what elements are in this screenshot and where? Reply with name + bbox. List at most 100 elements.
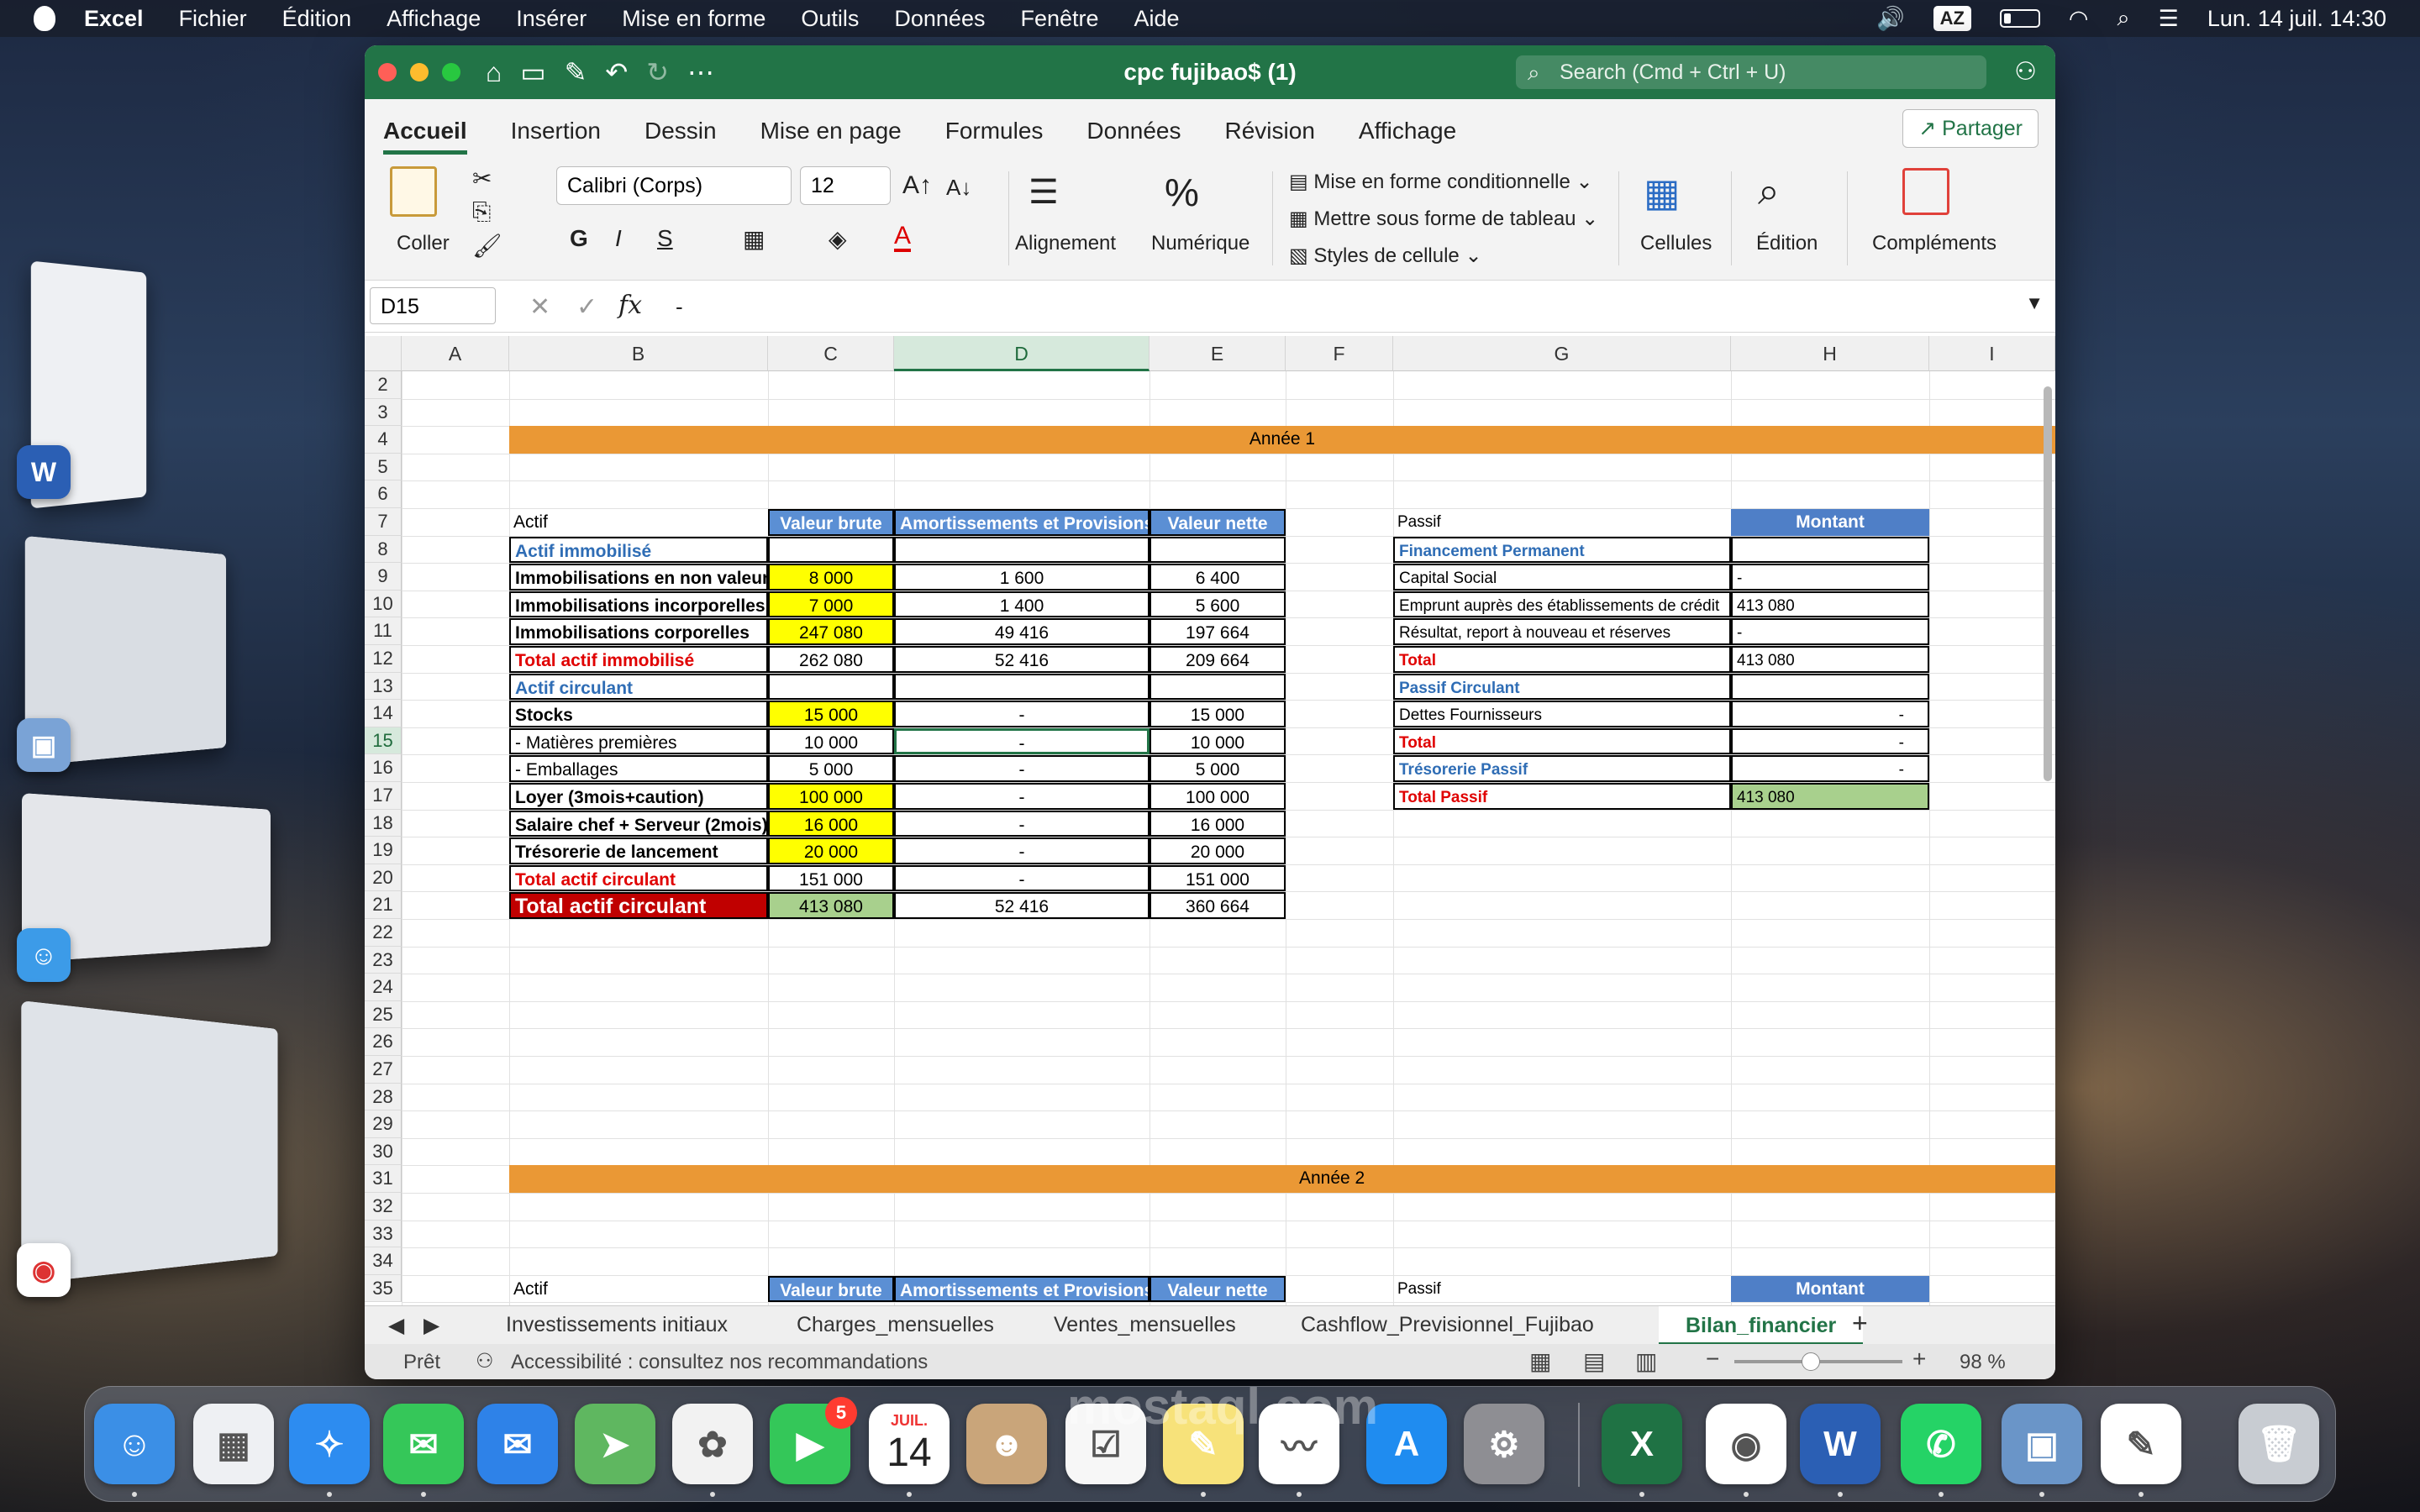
actif-row-valeur-nette[interactable]: 5 000 [1150,755,1286,782]
sheet-tab-ventes[interactable]: Ventes_mensuelles [1054,1313,1236,1337]
actif-row-valeur-nette[interactable]: 10 000 [1150,728,1286,755]
actif-row-valeur-brute[interactable]: 10 000 [768,728,894,755]
actif-row-valeur-brute[interactable]: 413 080 [768,892,894,919]
cancel-icon[interactable]: ✕ [529,292,550,322]
menu-datetime[interactable]: Lun. 14 juil. 14:30 [2207,6,2386,32]
actif-row-amortissements[interactable]: 52 416 [894,646,1150,673]
sheet-tab-bilan[interactable]: Bilan_financier [1659,1306,1863,1345]
increase-font-icon[interactable]: A↑ [902,171,932,200]
actif-row-valeur-brute[interactable]: 8 000 [768,564,894,591]
collaboration-icon[interactable]: ⚇ [2014,57,2037,87]
function-icon[interactable]: fx [618,291,642,320]
row-header-19[interactable]: 19 [365,837,402,864]
passif-row-montant[interactable]: 413 080 [1731,646,1929,673]
alignment-label[interactable]: Alignement [1015,232,1116,255]
apple-icon[interactable] [34,6,55,31]
conditional-format-button[interactable]: ▤ Mise en forme conditionnelle ⌄ [1289,170,1593,194]
row-header-34[interactable]: 34 [365,1247,402,1275]
row-header-12[interactable]: 12 [365,645,402,673]
decrease-font-icon[interactable]: A↓ [946,175,971,201]
row-header-14[interactable]: 14 [365,700,402,727]
actif-row-label[interactable]: - Emballages [509,755,768,782]
actif-row-valeur-brute[interactable] [768,537,894,564]
actif-row-label[interactable]: Salaire chef + Serveur (2mois) [509,811,768,837]
actif-row-label[interactable]: Total actif immobilisé [509,646,768,673]
actif-row-label[interactable]: Actif immobilisé [509,537,768,564]
column-header-b[interactable]: B [509,336,768,371]
spotlight-search-icon[interactable]: ⌕ [2117,5,2129,32]
amortissements-header[interactable]: Amortissements et Provisions [894,509,1150,536]
addins-label[interactable]: Compléments [1872,232,1996,255]
stage-thumbnail-chrome[interactable] [21,1000,277,1284]
wifi-icon[interactable]: ◠ [2069,6,2089,32]
row-header-4[interactable]: 4 [365,426,402,454]
font-family-select[interactable]: Calibri (Corps) [556,166,792,205]
column-header-a[interactable]: A [402,336,509,371]
row-header-30[interactable]: 30 [365,1138,402,1166]
dock-facetime-icon[interactable]: ▶ 5 [770,1404,850,1484]
passif-row-label[interactable]: Total [1393,646,1731,673]
actif-row-label[interactable]: Total actif circulant [509,892,768,919]
row-header-2[interactable]: 2 [365,371,402,399]
menu-outils[interactable]: Outils [801,6,859,32]
actif-row-valeur-brute[interactable]: 247 080 [768,618,894,645]
select-all-corner[interactable] [365,336,402,371]
actif-header-label[interactable]: Actif [509,509,768,536]
font-color-icon[interactable]: A [894,223,911,252]
row-header-28[interactable]: 28 [365,1084,402,1111]
vertical-scrollbar[interactable] [2044,386,2052,781]
save-as-icon[interactable]: ✎ [565,56,587,88]
dock-system-settings-icon[interactable]: ⚙ [1464,1404,1544,1484]
zoom-in-button[interactable]: + [1912,1346,1926,1373]
actif-row-amortissements[interactable]: - [894,728,1150,755]
italic-button[interactable]: I [615,225,622,252]
zoom-slider-thumb[interactable] [1802,1352,1820,1371]
menu-donnees[interactable]: Données [894,6,985,32]
tab-mise-en-page[interactable]: Mise en page [760,118,902,155]
dock-whatsapp-icon[interactable]: ✆ [1901,1404,1981,1484]
passif-header-label-2[interactable]: Passif [1393,1276,1731,1303]
input-source-badge[interactable]: AZ [1933,6,1971,31]
underline-button[interactable]: S [657,225,673,252]
actif-row-amortissements[interactable]: 1 400 [894,591,1150,618]
actif-row-amortissements[interactable]: - [894,865,1150,892]
valeur-brute-header[interactable]: Valeur brute [768,509,894,536]
amortissements-header-2[interactable]: Amortissements et Provisions [894,1276,1150,1303]
minimize-button[interactable] [410,63,429,81]
dock-photos-icon[interactable]: ✿ [672,1404,753,1484]
passif-row-montant[interactable]: - [1731,618,1929,645]
dock-mail-icon[interactable]: ✉ [477,1404,558,1484]
column-header-f[interactable]: F [1286,336,1393,371]
menu-mise-en-forme[interactable]: Mise en forme [622,6,765,32]
confirm-icon[interactable]: ✓ [576,292,597,322]
volume-icon[interactable]: 🔊 [1876,5,1905,32]
passif-row-label[interactable]: Total Passif [1393,783,1731,810]
passif-row-label[interactable]: Trésorerie Passif [1393,755,1731,782]
row-header-31[interactable]: 31 [365,1165,402,1193]
paste-icon[interactable] [390,166,437,217]
more-icon[interactable]: ⋯ [687,56,714,88]
passif-row-label[interactable]: Dettes Fournisseurs [1393,701,1731,727]
column-header-c[interactable]: C [768,336,894,371]
passif-header-label[interactable]: Passif [1393,509,1731,536]
cell-styles-button[interactable]: ▧ Styles de cellule ⌄ [1289,244,1482,268]
control-center-icon[interactable]: ☰ [2159,6,2179,32]
row-header-15[interactable]: 15 [365,727,402,755]
tab-revision[interactable]: Révision [1225,118,1315,155]
actif-row-valeur-brute[interactable]: 7 000 [768,591,894,618]
sheet-tab-cashflow[interactable]: Cashflow_Previsionnel_Fujibao [1301,1313,1594,1337]
actif-row-valeur-brute[interactable]: 20 000 [768,837,894,864]
dock-chrome-icon[interactable]: ◉ [1706,1404,1786,1484]
actif-row-valeur-nette[interactable]: 15 000 [1150,701,1286,727]
name-box[interactable]: D15 [370,287,496,324]
actif-row-label[interactable]: Stocks [509,701,768,727]
expand-formula-icon[interactable]: ▼ [2025,292,2044,314]
actif-row-amortissements[interactable]: 1 600 [894,564,1150,591]
alignment-icon[interactable]: ☰ [1028,173,1059,212]
borders-icon[interactable]: ▦ [743,225,765,253]
sheet-tab-investissements[interactable]: Investissements initiaux [506,1313,728,1337]
row-header-21[interactable]: 21 [365,891,402,919]
actif-row-label[interactable]: Immobilisations incorporelles [509,591,768,618]
zoom-out-button[interactable]: − [1706,1346,1719,1373]
zoom-level[interactable]: 98 % [1960,1351,2006,1374]
